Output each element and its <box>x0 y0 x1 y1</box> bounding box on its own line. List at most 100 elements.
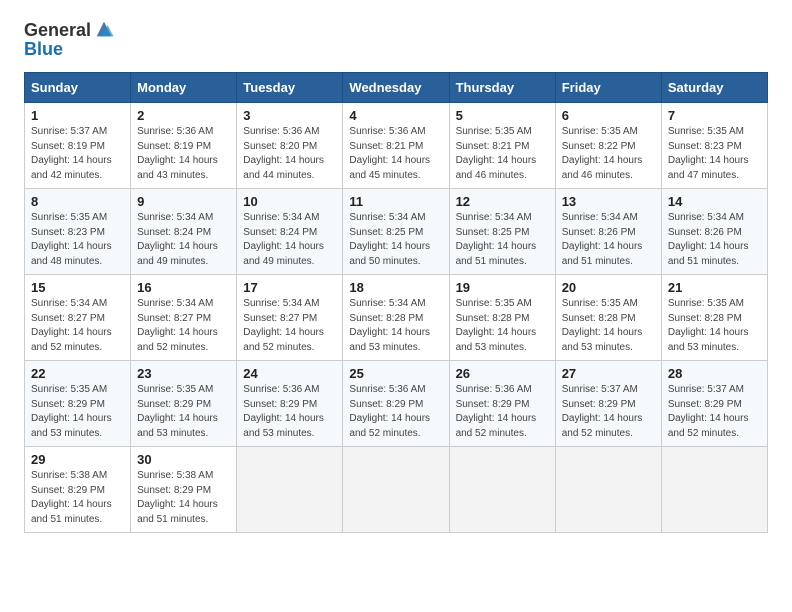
day-info: Sunrise: 5:38 AMSunset: 8:29 PMDaylight:… <box>137 469 230 527</box>
table-row: 9Sunrise: 5:34 AMSunset: 8:24 PMDaylight… <box>131 189 237 275</box>
table-row: 22 Sunrise: 5:35 AMSunset: 8:29 PMDayligh… <box>25 361 131 447</box>
day-number: 12 <box>456 194 549 209</box>
table-row: 17 Sunrise: 5:34 AMSunset: 8:27 PMDayligh… <box>237 275 343 361</box>
day-number: 16 <box>137 280 230 295</box>
table-row <box>343 447 449 533</box>
day-info: Sunrise: 5:36 AMSunset: 8:19 PMDaylight:… <box>137 125 230 183</box>
day-number: 22 <box>31 366 124 381</box>
table-row: 26 Sunrise: 5:36 AMSunset: 8:29 PMDayligh… <box>449 361 555 447</box>
table-row <box>237 447 343 533</box>
day-info: Sunrise: 5:36 AMSunset: 8:29 PMDaylight:… <box>243 383 336 441</box>
day-info: Sunrise: 5:34 AMSunset: 8:25 PMDaylight:… <box>349 211 442 269</box>
day-number: 3 <box>243 108 336 123</box>
day-number: 26 <box>456 366 549 381</box>
day-info: Sunrise: 5:36 AMSunset: 8:29 PMDaylight:… <box>349 383 442 441</box>
table-row: 1 Sunrise: 5:37 AMSunset: 8:19 PMDaylight… <box>25 103 131 189</box>
table-row <box>449 447 555 533</box>
day-number: 14 <box>668 194 761 209</box>
day-info: Sunrise: 5:34 AMSunset: 8:27 PMDaylight:… <box>243 297 336 355</box>
day-info: Sunrise: 5:35 AMSunset: 8:28 PMDaylight:… <box>562 297 655 355</box>
day-number: 13 <box>562 194 655 209</box>
calendar-week-row: 29 Sunrise: 5:38 AMSunset: 8:29 PMDayligh… <box>25 447 768 533</box>
day-info: Sunrise: 5:37 AMSunset: 8:29 PMDaylight:… <box>668 383 761 441</box>
table-row <box>555 447 661 533</box>
day-info: Sunrise: 5:38 AMSunset: 8:29 PMDaylight:… <box>31 469 124 527</box>
day-info: Sunrise: 5:36 AMSunset: 8:29 PMDaylight:… <box>456 383 549 441</box>
day-info: Sunrise: 5:35 AMSunset: 8:22 PMDaylight:… <box>562 125 655 183</box>
day-number: 17 <box>243 280 336 295</box>
day-info: Sunrise: 5:34 AMSunset: 8:26 PMDaylight:… <box>562 211 655 269</box>
table-row: 27 Sunrise: 5:37 AMSunset: 8:29 PMDayligh… <box>555 361 661 447</box>
day-number: 8 <box>31 194 124 209</box>
day-info: Sunrise: 5:34 AMSunset: 8:28 PMDaylight:… <box>349 297 442 355</box>
day-info: Sunrise: 5:35 AMSunset: 8:23 PMDaylight:… <box>668 125 761 183</box>
day-number: 29 <box>31 452 124 467</box>
day-info: Sunrise: 5:35 AMSunset: 8:28 PMDaylight:… <box>456 297 549 355</box>
day-number: 5 <box>456 108 549 123</box>
page: General Blue Sunday Monday Tuesday Wedne… <box>0 0 792 612</box>
day-number: 25 <box>349 366 442 381</box>
table-row: 12Sunrise: 5:34 AMSunset: 8:25 PMDayligh… <box>449 189 555 275</box>
table-row: 3 Sunrise: 5:36 AMSunset: 8:20 PMDaylight… <box>237 103 343 189</box>
table-row: 25 Sunrise: 5:36 AMSunset: 8:29 PMDayligh… <box>343 361 449 447</box>
calendar-header-row: Sunday Monday Tuesday Wednesday Thursday… <box>25 73 768 103</box>
day-info: Sunrise: 5:36 AMSunset: 8:20 PMDaylight:… <box>243 125 336 183</box>
day-number: 7 <box>668 108 761 123</box>
table-row: 2 Sunrise: 5:36 AMSunset: 8:19 PMDaylight… <box>131 103 237 189</box>
day-number: 20 <box>562 280 655 295</box>
calendar-table: Sunday Monday Tuesday Wednesday Thursday… <box>24 72 768 533</box>
table-row: 11 Sunrise: 5:34 AMSunset: 8:25 PMDayligh… <box>343 189 449 275</box>
day-info: Sunrise: 5:34 AMSunset: 8:26 PMDaylight:… <box>668 211 761 269</box>
day-info: Sunrise: 5:36 AMSunset: 8:21 PMDaylight:… <box>349 125 442 183</box>
logo: General Blue <box>24 20 115 58</box>
calendar-week-row: 15 Sunrise: 5:34 AMSunset: 8:27 PMDayligh… <box>25 275 768 361</box>
table-row: 15 Sunrise: 5:34 AMSunset: 8:27 PMDayligh… <box>25 275 131 361</box>
day-info: Sunrise: 5:37 AMSunset: 8:19 PMDaylight:… <box>31 125 124 183</box>
day-info: Sunrise: 5:35 AMSunset: 8:28 PMDaylight:… <box>668 297 761 355</box>
table-row: 20 Sunrise: 5:35 AMSunset: 8:28 PMDayligh… <box>555 275 661 361</box>
table-row: 8 Sunrise: 5:35 AMSunset: 8:23 PMDaylight… <box>25 189 131 275</box>
table-row: 23 Sunrise: 5:35 AMSunset: 8:29 PMDayligh… <box>131 361 237 447</box>
day-number: 21 <box>668 280 761 295</box>
day-info: Sunrise: 5:37 AMSunset: 8:29 PMDaylight:… <box>562 383 655 441</box>
table-row: 28Sunrise: 5:37 AMSunset: 8:29 PMDayligh… <box>661 361 767 447</box>
col-sunday: Sunday <box>25 73 131 103</box>
day-number: 30 <box>137 452 230 467</box>
day-number: 11 <box>349 194 442 209</box>
day-number: 10 <box>243 194 336 209</box>
col-friday: Friday <box>555 73 661 103</box>
table-row: 13 Sunrise: 5:34 AMSunset: 8:26 PMDayligh… <box>555 189 661 275</box>
day-number: 27 <box>562 366 655 381</box>
day-info: Sunrise: 5:35 AMSunset: 8:29 PMDaylight:… <box>31 383 124 441</box>
header: General Blue <box>24 20 768 58</box>
table-row: 16 Sunrise: 5:34 AMSunset: 8:27 PMDayligh… <box>131 275 237 361</box>
col-tuesday: Tuesday <box>237 73 343 103</box>
day-info: Sunrise: 5:35 AMSunset: 8:29 PMDaylight:… <box>137 383 230 441</box>
table-row: 19Sunrise: 5:35 AMSunset: 8:28 PMDayligh… <box>449 275 555 361</box>
table-row: 4Sunrise: 5:36 AMSunset: 8:21 PMDaylight… <box>343 103 449 189</box>
day-info: Sunrise: 5:35 AMSunset: 8:23 PMDaylight:… <box>31 211 124 269</box>
col-thursday: Thursday <box>449 73 555 103</box>
table-row: 5Sunrise: 5:35 AMSunset: 8:21 PMDaylight… <box>449 103 555 189</box>
table-row: 21 Sunrise: 5:35 AMSunset: 8:28 PMDayligh… <box>661 275 767 361</box>
day-number: 18 <box>349 280 442 295</box>
table-row: 29 Sunrise: 5:38 AMSunset: 8:29 PMDayligh… <box>25 447 131 533</box>
calendar-week-row: 22 Sunrise: 5:35 AMSunset: 8:29 PMDayligh… <box>25 361 768 447</box>
table-row: 10 Sunrise: 5:34 AMSunset: 8:24 PMDayligh… <box>237 189 343 275</box>
day-number: 6 <box>562 108 655 123</box>
day-number: 1 <box>31 108 124 123</box>
day-info: Sunrise: 5:34 AMSunset: 8:27 PMDaylight:… <box>31 297 124 355</box>
table-row: 24 Sunrise: 5:36 AMSunset: 8:29 PMDayligh… <box>237 361 343 447</box>
day-info: Sunrise: 5:34 AMSunset: 8:27 PMDaylight:… <box>137 297 230 355</box>
logo-blue-text: Blue <box>24 40 115 58</box>
day-number: 2 <box>137 108 230 123</box>
table-row: 30 Sunrise: 5:38 AMSunset: 8:29 PMDayligh… <box>131 447 237 533</box>
table-row: 6 Sunrise: 5:35 AMSunset: 8:22 PMDaylight… <box>555 103 661 189</box>
logo-icon <box>93 18 115 40</box>
day-number: 23 <box>137 366 230 381</box>
day-info: Sunrise: 5:34 AMSunset: 8:24 PMDaylight:… <box>243 211 336 269</box>
col-wednesday: Wednesday <box>343 73 449 103</box>
day-number: 15 <box>31 280 124 295</box>
table-row <box>661 447 767 533</box>
day-number: 24 <box>243 366 336 381</box>
